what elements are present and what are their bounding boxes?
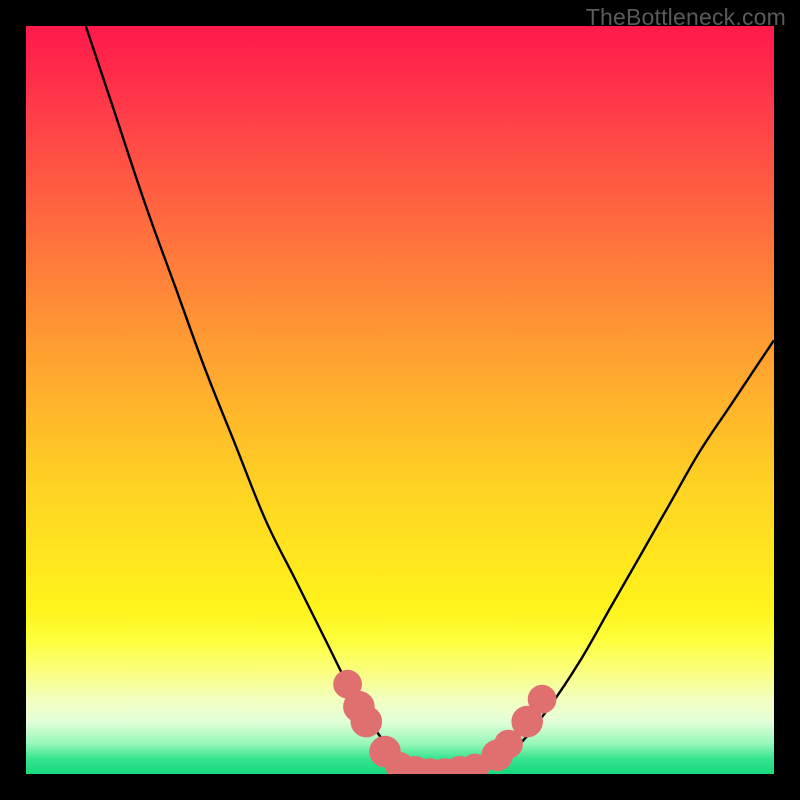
curve-layer <box>26 26 774 774</box>
data-marker <box>528 685 557 714</box>
watermark-text: TheBottleneck.com <box>586 4 786 31</box>
chart-frame: TheBottleneck.com <box>0 0 800 800</box>
data-marker <box>351 706 383 738</box>
marker-group <box>333 670 556 774</box>
bottleneck-curve <box>86 26 774 774</box>
plot-area <box>26 26 774 774</box>
